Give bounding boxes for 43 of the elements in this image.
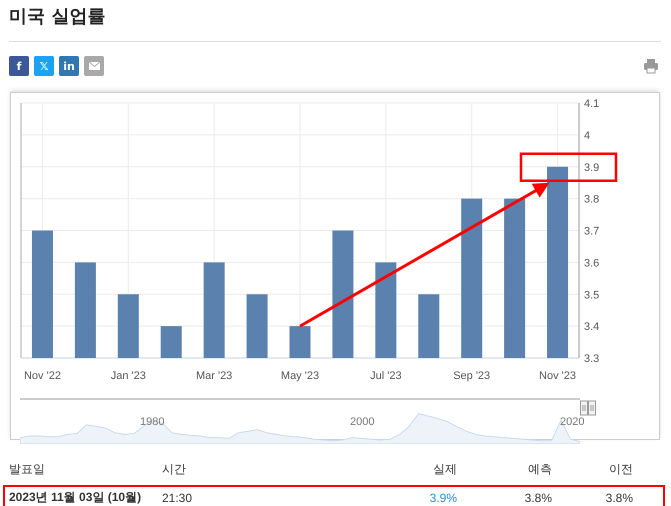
previous-value: 3.8% bbox=[604, 490, 633, 504]
share-button[interactable]: 𝕏 bbox=[34, 56, 54, 76]
share-button[interactable]: f bbox=[9, 56, 29, 76]
column-header: 예측 bbox=[527, 461, 552, 478]
column-header: 이전 bbox=[608, 461, 633, 478]
y-tick-label: 4 bbox=[584, 130, 590, 142]
printer-icon[interactable] bbox=[643, 58, 659, 74]
year-label: 2020 bbox=[560, 416, 584, 428]
bar bbox=[418, 294, 440, 358]
column-header: 발표일 bbox=[9, 461, 46, 478]
y-tick-label: 4.1 bbox=[584, 98, 600, 110]
release-time: 21:30 bbox=[162, 490, 194, 504]
year-label: 1980 bbox=[140, 416, 164, 428]
range-handle-icon[interactable] bbox=[580, 398, 596, 418]
bar bbox=[246, 294, 268, 358]
bar bbox=[118, 294, 139, 358]
y-tick-label: 3.8 bbox=[584, 194, 600, 206]
y-tick-label: 3.9 bbox=[584, 162, 600, 174]
y-tick-label: 3.3 bbox=[584, 353, 600, 365]
year-label: 2000 bbox=[350, 416, 374, 428]
y-tick-label: 3.6 bbox=[584, 257, 600, 270]
actual-value: 3.9% bbox=[428, 490, 457, 504]
x-tick-label: May '23 bbox=[280, 370, 320, 382]
x-tick-label: Mar '23 bbox=[196, 370, 232, 382]
bar bbox=[289, 326, 311, 358]
column-header: 실제 bbox=[432, 461, 457, 478]
x-tick-label: Jul '23 bbox=[370, 370, 402, 382]
email-share-button[interactable] bbox=[84, 56, 104, 76]
page-title: 미국 실업률 bbox=[8, 5, 106, 29]
column-header: 시간 bbox=[162, 461, 187, 478]
bar bbox=[160, 326, 182, 358]
envelope-icon bbox=[88, 62, 100, 70]
release-date: 2023년 11월 03일 (10월) bbox=[9, 489, 142, 506]
navigator[interactable]: 1980 2000 2020 bbox=[20, 398, 596, 444]
x-tick-label: Nov '23 bbox=[539, 370, 576, 382]
y-tick-label: 3.5 bbox=[584, 289, 600, 302]
x-tick-label: Nov '22 bbox=[24, 370, 61, 382]
x-tick-label: Jan '23 bbox=[110, 370, 146, 382]
share-button[interactable]: in bbox=[59, 56, 79, 76]
y-tick-label: 3.7 bbox=[584, 226, 600, 238]
x-tick-label: Sep '23 bbox=[453, 370, 490, 382]
y-tick-label: 3.4 bbox=[584, 321, 600, 334]
forecast-value: 3.8% bbox=[524, 490, 552, 504]
